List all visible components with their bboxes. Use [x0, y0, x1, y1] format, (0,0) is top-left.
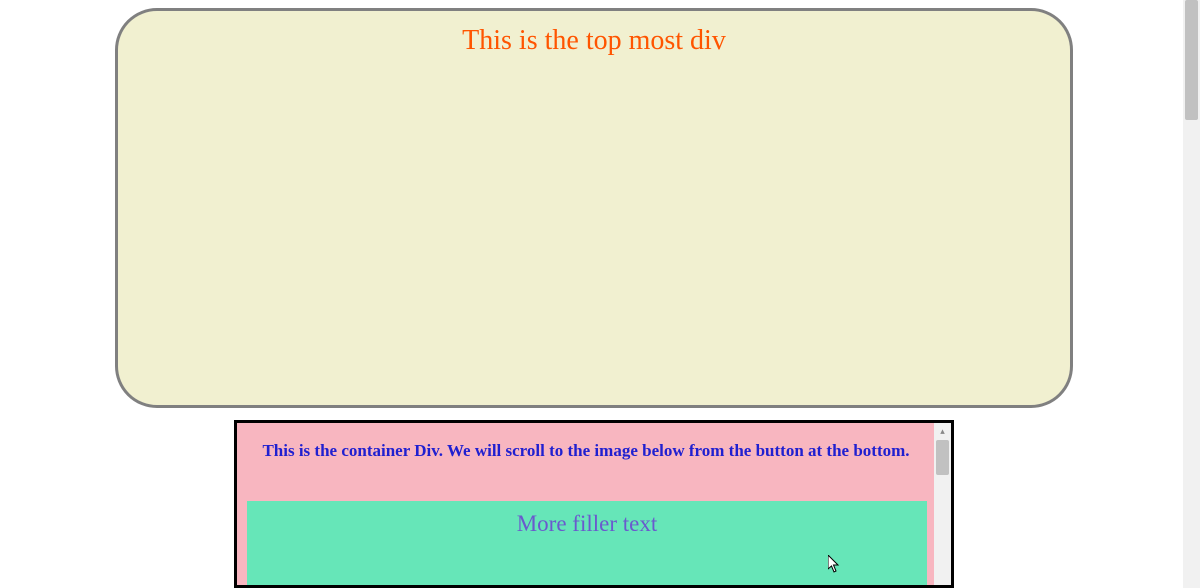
page-scrollbar[interactable] — [1183, 0, 1200, 588]
top-div: This is the top most div — [115, 8, 1073, 408]
container-scrollbar[interactable]: ▴ — [934, 423, 951, 585]
container-inner: This is the container Div. We will scrol… — [237, 423, 951, 585]
top-div-heading: This is the top most div — [118, 25, 1070, 57]
filler-text: More filler text — [247, 511, 927, 537]
page-scrollbar-thumb[interactable] — [1185, 0, 1198, 120]
scrollbar-up-arrow-icon[interactable]: ▴ — [934, 423, 951, 440]
container-scrollbar-thumb[interactable] — [936, 440, 949, 475]
container-div: This is the container Div. We will scrol… — [234, 420, 954, 588]
container-text: This is the container Div. We will scrol… — [237, 423, 951, 475]
filler-div: More filler text — [247, 501, 927, 588]
